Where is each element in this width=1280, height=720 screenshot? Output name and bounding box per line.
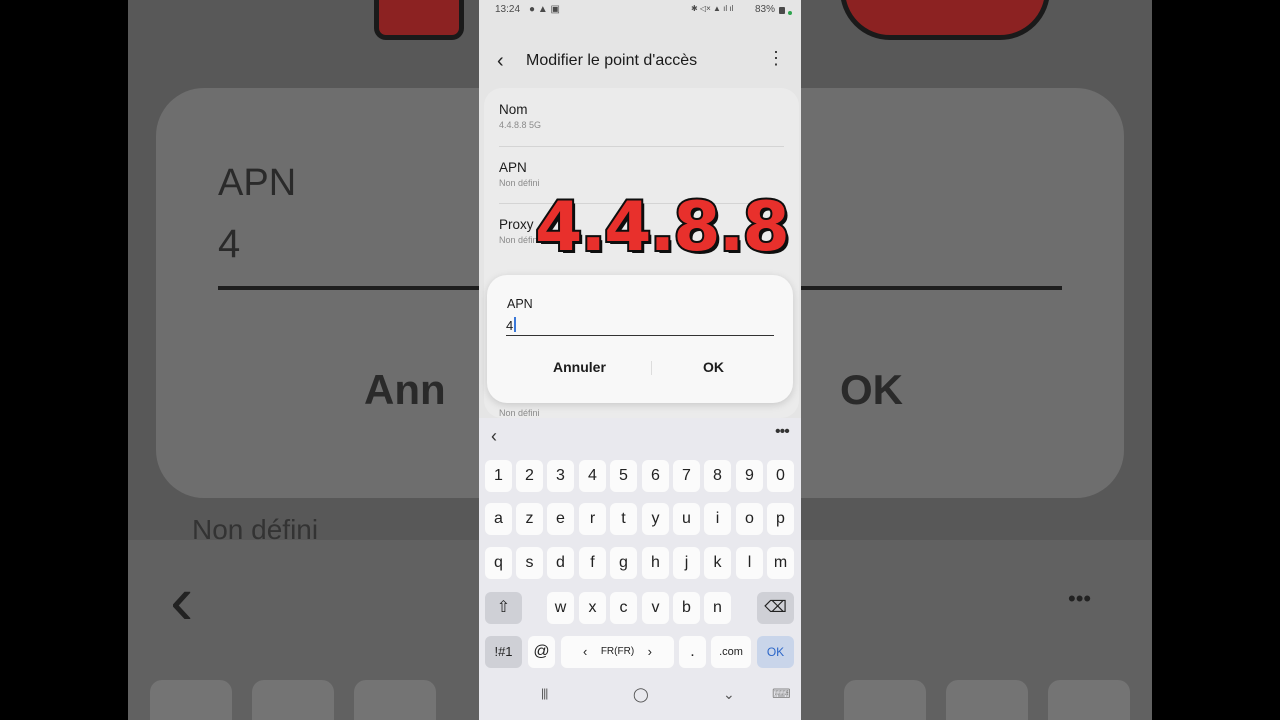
key[interactable]: z	[516, 503, 543, 535]
background-cancel-label: Ann	[364, 366, 446, 413]
background-red-shape-right	[840, 0, 1050, 40]
recent-apps-icon[interactable]: |||	[541, 686, 548, 700]
key[interactable]: 3	[547, 460, 574, 492]
background-ok-label: OK	[840, 366, 903, 413]
home-icon[interactable]: ◯	[633, 686, 649, 703]
back-arrow-icon[interactable]: ‹	[497, 50, 504, 73]
key[interactable]: p	[767, 503, 794, 535]
language-label: FR(FR)	[600, 646, 635, 657]
page-title: Modifier le point d'accès	[526, 52, 698, 69]
key[interactable]: 8	[704, 460, 731, 492]
background-back-icon: ‹	[170, 561, 194, 639]
key[interactable]: m	[767, 547, 794, 579]
key[interactable]: n	[704, 592, 731, 624]
status-dot-icon	[788, 11, 792, 15]
key[interactable]: a	[485, 503, 512, 535]
language-key[interactable]: ‹ FR(FR) ›	[561, 636, 674, 668]
background-apn-value: 4	[218, 222, 241, 266]
dotcom-key[interactable]: .com	[711, 636, 751, 668]
background-key	[946, 680, 1028, 720]
divider	[499, 146, 784, 147]
key[interactable]: v	[642, 592, 669, 624]
nav-back-icon[interactable]: ⌄	[723, 686, 735, 703]
key[interactable]: l	[736, 547, 763, 579]
cancel-button[interactable]: Annuler	[553, 359, 606, 375]
key[interactable]: i	[704, 503, 731, 535]
background-key	[354, 680, 436, 720]
key[interactable]: g	[610, 547, 637, 579]
setting-label: Nom	[499, 102, 528, 117]
app-header: ‹ Modifier le point d'accès ⋮	[479, 42, 801, 82]
key[interactable]: c	[610, 592, 637, 624]
key[interactable]: f	[579, 547, 606, 579]
key[interactable]: s	[516, 547, 543, 579]
setting-value: Non défini	[499, 408, 540, 418]
key[interactable]: 7	[673, 460, 700, 492]
background-key	[844, 680, 926, 720]
shift-key[interactable]: ⇧	[485, 592, 522, 624]
background-red-shape-left	[374, 0, 464, 40]
key[interactable]: 2	[516, 460, 543, 492]
key[interactable]: 4	[579, 460, 606, 492]
key[interactable]: u	[673, 503, 700, 535]
text-cursor	[514, 317, 516, 332]
notification-icons: ● ▲ ▣	[529, 4, 560, 15]
chevron-left-icon: ‹	[583, 644, 588, 659]
apn-dialog: APN Annuler OK	[487, 275, 793, 403]
background-key	[1048, 680, 1130, 720]
setting-label: APN	[499, 160, 527, 175]
keyboard-ok-key[interactable]: OK	[757, 636, 794, 668]
dot-key[interactable]: .	[679, 636, 706, 668]
ok-button[interactable]: OK	[703, 359, 724, 375]
setting-value: 4.4.8.8 5G	[499, 120, 542, 130]
background-key	[252, 680, 334, 720]
key[interactable]: r	[579, 503, 606, 535]
key[interactable]: e	[547, 503, 574, 535]
overlay-title: 4.4.8.8	[533, 186, 792, 269]
background-more-icon: •••	[1068, 586, 1092, 611]
key[interactable]: 5	[610, 460, 637, 492]
key[interactable]: 6	[642, 460, 669, 492]
key[interactable]: 0	[767, 460, 794, 492]
background-apn-label: APN	[218, 162, 297, 204]
key[interactable]: j	[673, 547, 700, 579]
key[interactable]: 1	[485, 460, 512, 492]
key[interactable]: x	[579, 592, 606, 624]
backspace-key[interactable]: ⌫	[757, 592, 794, 624]
status-time: 13:24	[495, 4, 521, 15]
keyboard-back-icon[interactable]: ‹	[491, 426, 497, 447]
key[interactable]: b	[673, 592, 700, 624]
battery-icon	[779, 7, 785, 14]
keyboard-more-icon[interactable]: •••	[775, 423, 790, 441]
signal-icons: ✱ ◁× ▲ ıl ıl	[691, 4, 734, 13]
dialog-label: APN	[507, 297, 533, 311]
more-options-icon[interactable]: ⋮	[767, 48, 785, 69]
button-divider	[651, 361, 652, 375]
setting-item-nom[interactable]: Nom 4.4.8.8 5G	[499, 102, 784, 130]
key[interactable]: y	[642, 503, 669, 535]
chevron-right-icon: ›	[647, 644, 652, 659]
key[interactable]: w	[547, 592, 574, 624]
key[interactable]: t	[610, 503, 637, 535]
key[interactable]: d	[547, 547, 574, 579]
key[interactable]: o	[736, 503, 763, 535]
key[interactable]: q	[485, 547, 512, 579]
status-bar: 13:24 ● ▲ ▣ ✱ ◁× ▲ ıl ıl 83%	[479, 0, 801, 22]
symbols-key[interactable]: !#1	[485, 636, 522, 668]
keyboard-switch-icon[interactable]: ⌨	[772, 686, 791, 702]
battery-level: 83%	[755, 4, 776, 15]
keyboard: ‹ ••• 1 2 3 4 5 6 7 8 9 0 a z e r t y u …	[479, 418, 801, 720]
at-key[interactable]: @	[528, 636, 555, 668]
apn-input[interactable]	[506, 315, 774, 336]
key[interactable]: h	[642, 547, 669, 579]
key[interactable]: k	[704, 547, 731, 579]
key[interactable]: 9	[736, 460, 763, 492]
background-key	[150, 680, 232, 720]
setting-item-hidden[interactable]: Non défini	[499, 408, 784, 418]
